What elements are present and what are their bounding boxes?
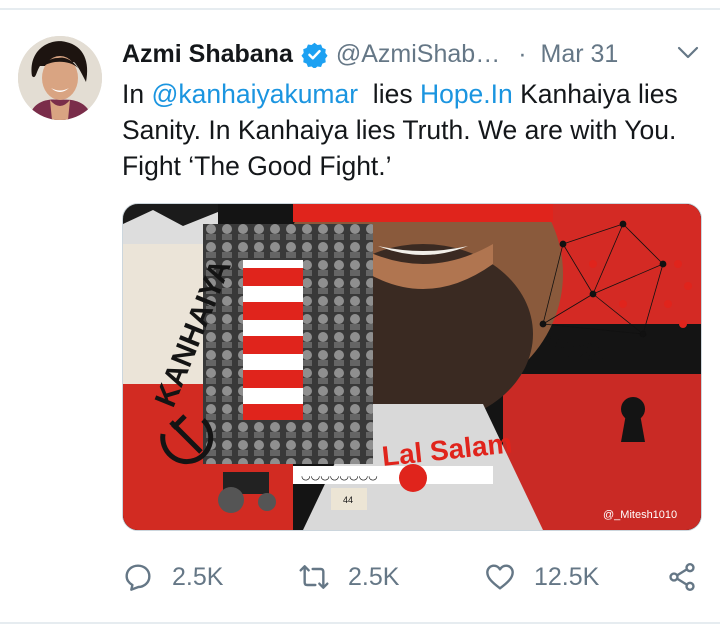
tweet-date[interactable]: Mar 31 <box>541 40 619 69</box>
retweet-icon <box>299 565 329 589</box>
verified-badge-icon <box>301 41 328 69</box>
bottom-divider <box>0 622 720 624</box>
poster-artwork: KANHAIYA Lal Salam INDIA ◡◡◡◡◡◡◡◡ 44 @_M… <box>123 204 701 530</box>
reply-button[interactable]: 2.5K <box>122 555 223 599</box>
tweet-header: Azmi Shabana @AzmiShab… · Mar 31 <box>122 34 700 74</box>
like-count: 12.5K <box>534 562 600 591</box>
share-button[interactable] <box>666 555 698 599</box>
reply-icon <box>125 564 151 591</box>
tweet-text: In @kanhaiyakumar lies Hope.In Kanhaiya … <box>122 76 702 184</box>
mention-link[interactable]: @kanhaiyakumar <box>151 79 358 109</box>
separator-dot: · <box>518 39 527 68</box>
top-divider <box>0 8 720 10</box>
share-icon <box>669 563 695 591</box>
poster-crescents: ◡◡◡◡◡◡◡◡ <box>301 469 378 482</box>
like-button[interactable]: 12.5K <box>484 555 599 599</box>
tweet-media-image[interactable]: KANHAIYA Lal Salam INDIA ◡◡◡◡◡◡◡◡ 44 @_M… <box>122 203 702 531</box>
tweet-text-part: In <box>122 79 152 109</box>
retweet-count: 2.5K <box>348 562 400 591</box>
like-icon <box>486 564 514 590</box>
tweet-actions: 2.5K 2.5K 12.5K <box>122 555 702 599</box>
author-handle[interactable]: @AzmiShab… <box>336 40 500 69</box>
author-name[interactable]: Azmi Shabana <box>122 40 293 69</box>
caret-down-icon[interactable] <box>676 40 700 64</box>
retweet-button[interactable]: 2.5K <box>298 555 399 599</box>
avatar-image <box>18 36 102 120</box>
tweet-text-part: lies <box>358 79 420 109</box>
url-link[interactable]: Hope.In <box>420 79 513 109</box>
reply-count: 2.5K <box>172 562 224 591</box>
poster-credit: @_Mitesh1010 <box>603 509 677 521</box>
avatar[interactable] <box>18 36 102 120</box>
poster-number: 44 <box>343 495 353 505</box>
